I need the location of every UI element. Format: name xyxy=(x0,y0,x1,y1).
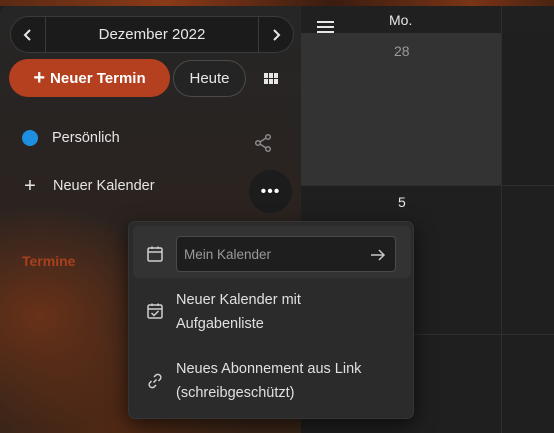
new-subscription-option[interactable]: Neues Abonnement aus Link (schreibgeschü… xyxy=(176,357,361,405)
new-task-calendar-option[interactable]: Neuer Kalender mit Aufgabenliste xyxy=(176,288,301,336)
new-calendar-label: Neuer Kalender xyxy=(53,178,155,194)
chevron-right-icon xyxy=(273,28,281,41)
share-icon[interactable] xyxy=(253,133,273,153)
view-switch-button[interactable] xyxy=(258,66,284,92)
calendar-item-label: Persönlich xyxy=(52,130,120,146)
plus-icon: + xyxy=(33,67,46,89)
new-event-label: Neuer Termin xyxy=(50,69,146,87)
calendar-header xyxy=(301,6,554,33)
plus-icon: + xyxy=(24,175,36,197)
grid-line-horizontal xyxy=(301,185,554,186)
calendar-color-dot xyxy=(22,130,38,146)
chevron-left-icon xyxy=(23,28,31,41)
date-number: 28 xyxy=(394,43,410,59)
date-number: 5 xyxy=(398,194,406,210)
new-calendar-popup: Neuer Kalender mit Aufgabenliste Neues A… xyxy=(128,221,414,419)
previous-month-button[interactable] xyxy=(11,17,46,52)
new-calendar-item[interactable]: + Neuer Kalender xyxy=(22,174,155,198)
menu-item-line: Neuer Kalender mit xyxy=(176,292,301,308)
day-header: Mo. xyxy=(389,12,413,28)
more-dots-icon: ••• xyxy=(260,182,281,200)
menu-item-line: Neues Abonnement aus Link xyxy=(176,361,362,377)
more-options-button[interactable]: ••• xyxy=(249,170,292,213)
month-title[interactable]: Dezember 2022 xyxy=(46,26,258,43)
section-label-termine: Termine xyxy=(22,253,76,269)
month-navigator: Dezember 2022 xyxy=(10,16,294,53)
new-event-button[interactable]: + Neuer Termin xyxy=(9,59,170,97)
next-month-button[interactable] xyxy=(258,17,293,52)
menu-item-line: Aufgabenliste xyxy=(176,316,264,332)
task-calendar-icon xyxy=(147,303,163,319)
calendar-name-input[interactable] xyxy=(176,236,396,272)
calendar-icon xyxy=(147,246,163,262)
calendar-item-personal[interactable]: Persönlich xyxy=(22,126,120,150)
arrow-right-icon[interactable] xyxy=(369,246,387,264)
today-button[interactable]: Heute xyxy=(173,60,246,97)
menu-item-line: (schreibgeschützt) xyxy=(176,385,295,401)
grid-line-vertical xyxy=(501,6,502,433)
grid-icon xyxy=(264,73,278,84)
link-icon xyxy=(148,373,162,389)
